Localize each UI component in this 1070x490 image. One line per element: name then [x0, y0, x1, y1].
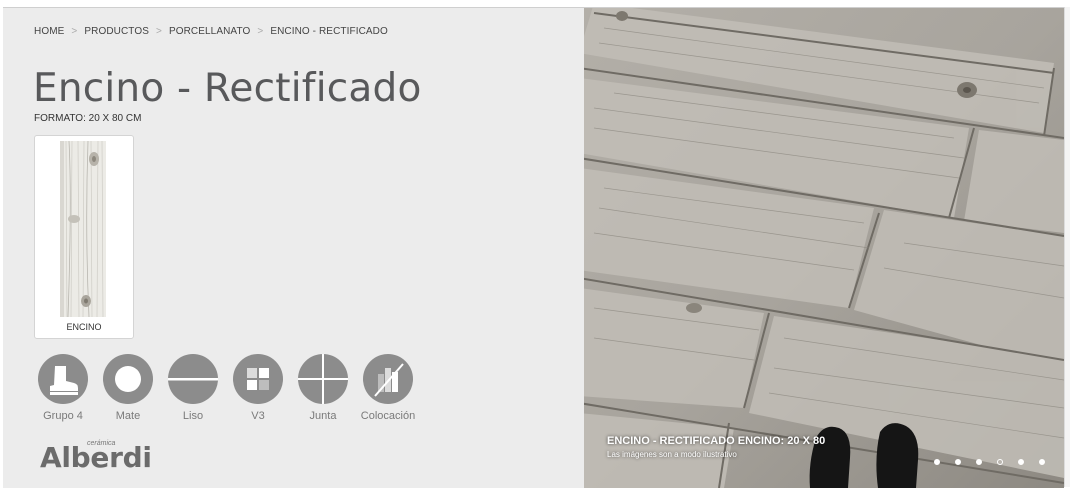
property-grupo-4[interactable]: Grupo 4 [30, 354, 96, 422]
property-mate[interactable]: Mate [95, 354, 161, 422]
breadcrumb-productos[interactable]: PRODUCTOS [84, 26, 149, 37]
product-slideshow[interactable]: ENCINO - RECTIFICADO ENCINO: 20 X 80 Las… [584, 8, 1064, 488]
property-label: Colocación [360, 410, 416, 422]
breadcrumb-separator: > [155, 26, 162, 37]
smooth-surface-icon [168, 354, 218, 404]
slide-dot[interactable] [976, 459, 982, 465]
breadcrumb: HOME > PRODUCTOS > PORCELLANATO > ENCINO - REC… [34, 26, 388, 37]
product-format: FORMATO: 20 X 80 CM [34, 113, 142, 124]
property-label: V3 [251, 410, 265, 422]
installation-icon [363, 354, 413, 404]
slide-dot[interactable] [1039, 459, 1045, 465]
swatch-label: ENCINO [66, 322, 102, 332]
property-label: Junta [309, 410, 337, 422]
property-colocacion[interactable]: Colocación [355, 354, 421, 422]
property-liso[interactable]: Liso [160, 354, 226, 422]
slide-dot[interactable] [1018, 459, 1024, 465]
slide-dot[interactable] [955, 459, 961, 465]
property-label: Grupo 4 [43, 410, 83, 422]
slide-caption-title: ENCINO - RECTIFICADO ENCINO: 20 X 80 [607, 435, 826, 447]
property-v3[interactable]: V3 [225, 354, 291, 422]
swatch-image [60, 141, 106, 317]
product-page: HOME > PRODUCTOS > PORCELLANATO > ENCINO - REC… [3, 7, 1064, 488]
floor-photo [584, 8, 1064, 488]
breadcrumb-home[interactable]: HOME [34, 26, 64, 37]
page-title: Encino - Rectificado [33, 66, 422, 111]
slide-caption: ENCINO - RECTIFICADO ENCINO: 20 X 80 Las… [607, 435, 825, 459]
property-label: Mate [115, 410, 141, 422]
product-info-panel: HOME > PRODUCTOS > PORCELLANATO > ENCINO - REC… [3, 8, 584, 488]
breadcrumb-separator: > [257, 26, 264, 37]
property-junta[interactable]: Junta [290, 354, 356, 422]
breadcrumb-porcellanato[interactable]: PORCELLANATO [169, 26, 250, 37]
tone-variation-icon [233, 354, 283, 404]
boot-icon [38, 354, 88, 404]
vertical-scrollbar[interactable] [1064, 7, 1070, 487]
slide-dot[interactable] [934, 459, 940, 465]
joint-icon [298, 354, 348, 404]
wood-texture-swatch [60, 141, 106, 317]
property-label: Liso [182, 410, 204, 422]
logo-wordmark: Alberdi [40, 441, 152, 474]
slide-caption-note: Las imágenes son a modo ilustrativo [607, 450, 737, 459]
slide-dot[interactable] [997, 459, 1003, 465]
matte-finish-icon [103, 354, 153, 404]
breadcrumb-current[interactable]: ENCINO - RECTIFICADO [270, 26, 388, 37]
variant-swatch[interactable]: ENCINO [34, 135, 134, 339]
breadcrumb-separator: > [71, 26, 78, 37]
